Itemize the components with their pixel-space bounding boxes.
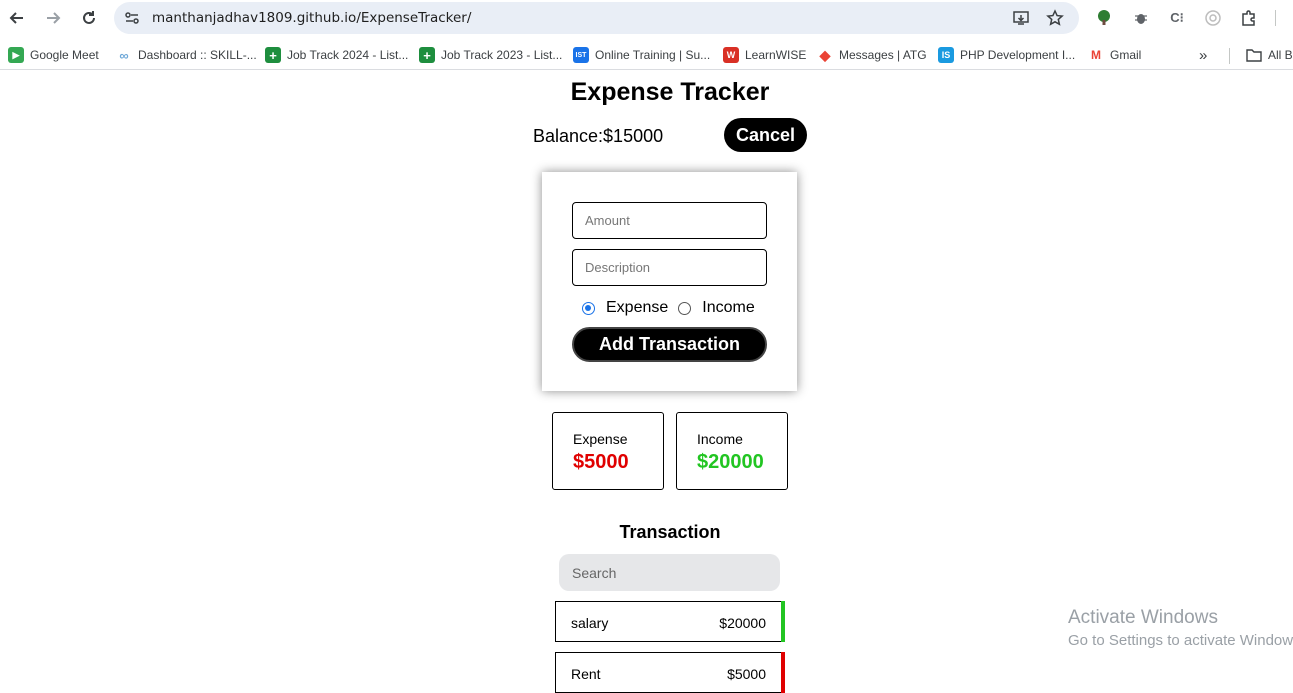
css-extension-icon[interactable]: C⁝ bbox=[1167, 8, 1187, 28]
site-info-icon[interactable] bbox=[124, 10, 140, 26]
bookmark-label: Gmail bbox=[1110, 48, 1142, 62]
amount-input[interactable]: Amount bbox=[572, 202, 767, 239]
all-bookmarks[interactable]: All B bbox=[1246, 46, 1293, 64]
income-summary-label: Income bbox=[697, 431, 743, 447]
bookmark-label: Messages | ATG bbox=[839, 48, 927, 62]
balance-text: Balance:$15000 bbox=[533, 126, 664, 146]
all-bookmarks-label: All B bbox=[1268, 48, 1293, 62]
install-app-icon[interactable] bbox=[1012, 9, 1030, 27]
income-indicator bbox=[781, 601, 785, 642]
reload-icon[interactable] bbox=[77, 6, 101, 30]
expense-summary-card: Expense $5000 bbox=[552, 412, 664, 490]
windows-activation-subtitle: Go to Settings to activate Windows. bbox=[1068, 632, 1293, 649]
income-summary-card: Income $20000 bbox=[676, 412, 788, 490]
bookmark-messages-atg[interactable]: ◆ Messages | ATG bbox=[817, 46, 927, 64]
bookmark-label: Job Track 2024 - List... bbox=[287, 48, 409, 62]
bookmark-label: PHP Development I... bbox=[960, 48, 1076, 62]
bookmark-dashboard-skill[interactable]: ∞ Dashboard :: SKILL-... bbox=[116, 46, 257, 64]
ist-icon: IST bbox=[573, 47, 589, 63]
bookmarks-bar: ▶ Google Meet ∞ Dashboard :: SKILL-... +… bbox=[0, 40, 1293, 70]
expense-indicator bbox=[781, 652, 785, 693]
folder-icon bbox=[1246, 48, 1262, 62]
bookmark-gmail[interactable]: M Gmail bbox=[1088, 46, 1141, 64]
toolbar-divider bbox=[1275, 10, 1276, 26]
url-text: manthanjadhav1809.github.io/ExpenseTrack… bbox=[152, 10, 472, 26]
transaction-description: salary bbox=[571, 615, 609, 631]
bookmark-label: Google Meet bbox=[30, 48, 99, 62]
transactions-title: Transaction bbox=[619, 522, 721, 542]
transaction-amount: $20000 bbox=[719, 615, 766, 631]
description-input[interactable]: Description bbox=[572, 249, 767, 286]
is-icon: IS bbox=[938, 47, 954, 63]
bookmarks-divider bbox=[1229, 48, 1230, 64]
cancel-button[interactable]: Cancel bbox=[724, 118, 807, 152]
windows-activation-title: Activate Windows bbox=[1068, 607, 1218, 628]
google-meet-icon: ▶ bbox=[8, 47, 24, 63]
atg-icon: ◆ bbox=[817, 47, 833, 63]
tree-extension-icon[interactable] bbox=[1094, 8, 1114, 28]
address-bar[interactable]: manthanjadhav1809.github.io/ExpenseTrack… bbox=[114, 2, 1079, 34]
expense-radio-label: Expense bbox=[606, 299, 669, 316]
bookmark-php-development[interactable]: IS PHP Development I... bbox=[938, 46, 1075, 64]
expense-radio[interactable] bbox=[582, 301, 595, 315]
sync-extension-icon[interactable] bbox=[1203, 8, 1223, 28]
transaction-description: Rent bbox=[571, 666, 601, 682]
transaction-row[interactable]: Rent $5000 bbox=[555, 652, 785, 693]
income-summary-value: $20000 bbox=[697, 451, 764, 473]
page-title: Expense Tracker bbox=[570, 78, 770, 106]
gmail-icon: M bbox=[1088, 47, 1104, 63]
type-radio-group: Expense Income bbox=[582, 299, 755, 317]
google-sheets-icon: + bbox=[419, 47, 435, 63]
bookmark-label: Job Track 2023 - List... bbox=[441, 48, 563, 62]
bookmark-learnwise[interactable]: W LearnWISE bbox=[723, 46, 806, 64]
income-radio[interactable] bbox=[678, 301, 692, 315]
extensions-puzzle-icon[interactable] bbox=[1239, 8, 1259, 28]
bookmark-label: LearnWISE bbox=[745, 48, 807, 62]
bookmark-job-track-2024[interactable]: + Job Track 2024 - List... bbox=[265, 46, 408, 64]
back-icon[interactable] bbox=[5, 6, 29, 30]
browser-toolbar: manthanjadhav1809.github.io/ExpenseTrack… bbox=[0, 0, 1293, 36]
bookmark-google-meet[interactable]: ▶ Google Meet bbox=[8, 46, 99, 64]
expense-summary-value: $5000 bbox=[573, 451, 629, 473]
add-transaction-button[interactable]: Add Transaction bbox=[572, 327, 767, 362]
expense-tracker-page: Expense Tracker Balance:$15000 Cancel Am… bbox=[0, 76, 1293, 693]
bookmark-label: Dashboard :: SKILL-... bbox=[138, 48, 257, 62]
transaction-row[interactable]: salary $20000 bbox=[555, 601, 785, 642]
transaction-amount: $5000 bbox=[727, 666, 766, 682]
bookmark-job-track-2023[interactable]: + Job Track 2023 - List... bbox=[419, 46, 562, 64]
google-sheets-icon: + bbox=[265, 47, 281, 63]
forward-icon[interactable] bbox=[41, 6, 65, 30]
transaction-form: Amount Description Expense Income Add Tr… bbox=[542, 172, 797, 391]
more-bookmarks-icon[interactable]: » bbox=[1199, 46, 1207, 64]
bookmark-star-icon[interactable] bbox=[1046, 9, 1064, 27]
income-radio-label: Income bbox=[702, 299, 755, 316]
bug-extension-icon[interactable] bbox=[1131, 8, 1151, 28]
learnwise-icon: W bbox=[723, 47, 739, 63]
search-input[interactable]: Search bbox=[559, 554, 780, 591]
bookmark-online-training[interactable]: IST Online Training | Su... bbox=[573, 46, 710, 64]
link-icon: ∞ bbox=[116, 47, 132, 63]
bookmark-label: Online Training | Su... bbox=[595, 48, 711, 62]
expense-summary-label: Expense bbox=[573, 431, 628, 447]
